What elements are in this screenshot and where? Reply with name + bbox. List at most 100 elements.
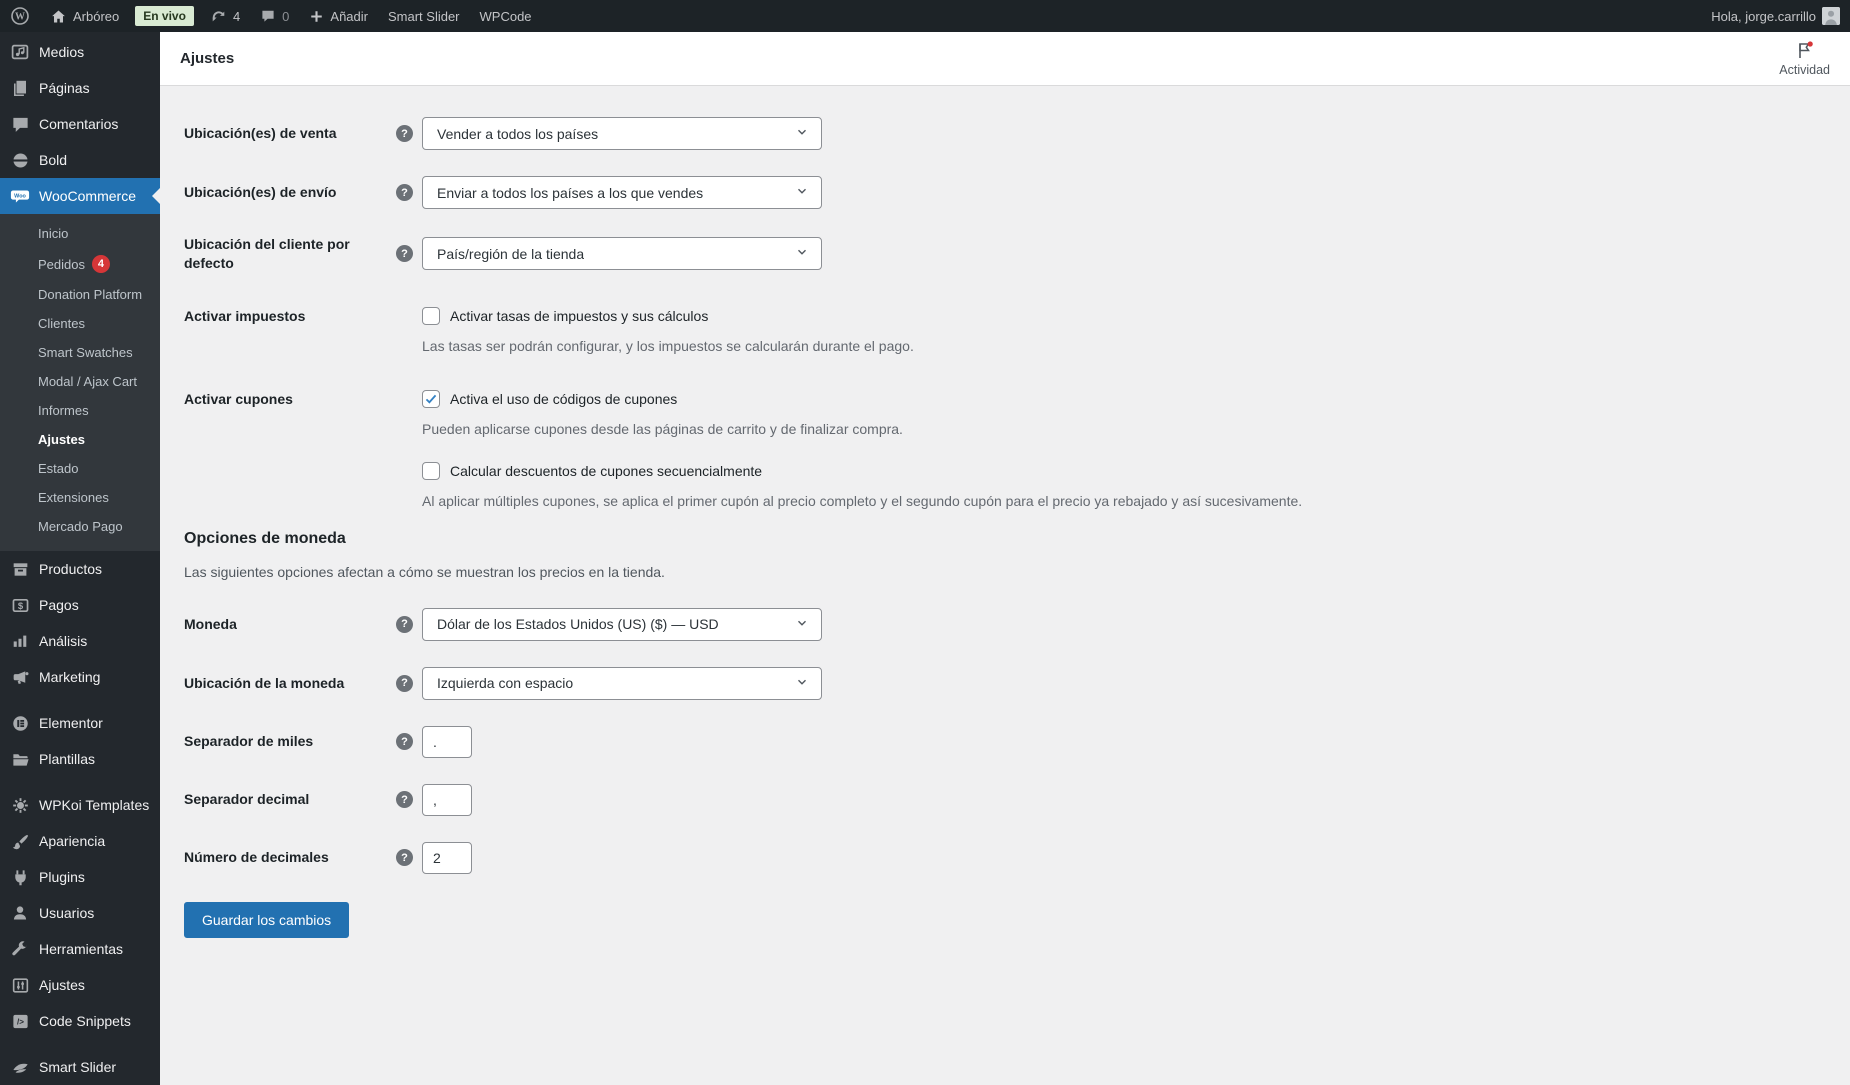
submenu-item-donation-platform[interactable]: Donation Platform	[0, 280, 160, 309]
code-snippets-icon: />	[10, 1011, 30, 1031]
number-of-decimals-input[interactable]	[422, 842, 472, 874]
save-changes-button[interactable]: Guardar los cambios	[184, 902, 349, 938]
submenu-item-label: Ajustes	[38, 432, 85, 447]
submenu-item-inicio[interactable]: Inicio	[0, 219, 160, 248]
sidebar-item-code-snippets[interactable]: /> Code Snippets	[0, 1003, 160, 1039]
submenu-item-label: Clientes	[38, 316, 85, 331]
updates-count: 4	[233, 9, 240, 24]
comments-button[interactable]: 0	[250, 0, 299, 32]
chevron-down-icon	[795, 184, 809, 201]
sidebar-item-marketing[interactable]: Marketing	[0, 659, 160, 695]
page-title: Ajustes	[180, 50, 234, 67]
submenu-item-informes[interactable]: Informes	[0, 396, 160, 425]
sidebar-item-bold[interactable]: Bold	[0, 142, 160, 178]
updates-icon	[210, 8, 227, 25]
coupons-description: Pueden aplicarse cupones desde las págin…	[422, 420, 1826, 440]
main-content: Ajustes Actividad Ubicación(es) de venta…	[160, 32, 1850, 1085]
submenu-item-smart-swatches[interactable]: Smart Swatches	[0, 338, 160, 367]
help-icon[interactable]	[396, 849, 413, 866]
sidebar-item-medios[interactable]: Medios	[0, 34, 160, 70]
smart-slider-icon	[10, 1057, 30, 1077]
field-label: Separador decimal	[184, 790, 396, 809]
settings-row-enable-taxes: Activar impuestos Activar tasas de impue…	[184, 307, 1826, 357]
sidebar-item-usuarios[interactable]: Usuarios	[0, 895, 160, 931]
submenu-item-modal-ajax-cart[interactable]: Modal / Ajax Cart	[0, 367, 160, 396]
currency-select[interactable]: Dólar de los Estados Unidos (US) ($) — U…	[422, 608, 822, 641]
help-icon[interactable]	[396, 733, 413, 750]
updates-button[interactable]: 4	[200, 0, 250, 32]
submenu-item-clientes[interactable]: Clientes	[0, 309, 160, 338]
submenu-item-ajustes[interactable]: Ajustes	[0, 425, 160, 454]
sidebar-item-label: WPKoi Templates	[39, 797, 149, 813]
wordpress-logo-button[interactable]: W	[0, 0, 40, 32]
sidebar-item-label: Bold	[39, 152, 67, 168]
svg-text:/>: />	[17, 1017, 24, 1026]
selling-location-select[interactable]: Vender a todos los países	[422, 117, 822, 150]
sidebar-item-label: Productos	[39, 561, 102, 577]
help-icon[interactable]	[396, 616, 413, 633]
site-name-label: Arbóreo	[73, 9, 119, 24]
sidebar-item-pagos[interactable]: $ Pagos	[0, 587, 160, 623]
sidebar-item-woocommerce[interactable]: Woo WooCommerce	[0, 178, 160, 214]
help-icon[interactable]	[396, 675, 413, 692]
submenu-item-label: Modal / Ajax Cart	[38, 374, 137, 389]
shipping-location-select[interactable]: Enviar a todos los países a los que vend…	[422, 176, 822, 209]
field-label: Separador de miles	[184, 732, 396, 751]
lower-layout: Medios Páginas Comentarios Bold	[0, 32, 1850, 1085]
enable-taxes-checkbox[interactable]	[422, 307, 440, 325]
help-icon[interactable]	[396, 125, 413, 142]
sidebar-item-analisis[interactable]: Análisis	[0, 623, 160, 659]
currency-position-select[interactable]: Izquierda con espacio	[422, 667, 822, 700]
submenu-item-pedidos[interactable]: Pedidos 4	[0, 248, 160, 280]
checkbox-label: Activar tasas de impuestos y sus cálculo…	[450, 308, 708, 324]
sidebar-item-wpkoi-templates[interactable]: WPKoi Templates	[0, 787, 160, 823]
settings-row-enable-coupons: Activar cupones Activa el uso de códigos…	[184, 390, 1826, 511]
sidebar-item-label: Pagos	[39, 597, 79, 613]
submenu-item-mercado-pago[interactable]: Mercado Pago	[0, 512, 160, 541]
default-customer-location-select[interactable]: País/región de la tienda	[422, 237, 822, 270]
sidebar-item-comentarios[interactable]: Comentarios	[0, 106, 160, 142]
sidebar-item-plantillas[interactable]: Plantillas	[0, 741, 160, 777]
chevron-down-icon	[795, 675, 809, 692]
site-name-link[interactable]: Arbóreo	[40, 0, 129, 32]
field-label: Ubicación(es) de venta	[184, 124, 396, 143]
sidebar-item-herramientas[interactable]: Herramientas	[0, 931, 160, 967]
activity-panel-button[interactable]: Actividad	[1771, 37, 1838, 81]
sidebar-item-ajustes-general[interactable]: Ajustes	[0, 967, 160, 1003]
submenu-item-estado[interactable]: Estado	[0, 454, 160, 483]
sidebar-item-apariencia[interactable]: Apariencia	[0, 823, 160, 859]
sidebar-item-plugins[interactable]: Plugins	[0, 859, 160, 895]
checkbox-label: Calcular descuentos de cupones secuencia…	[450, 463, 762, 479]
select-value: Enviar a todos los países a los que vend…	[437, 185, 703, 201]
checkbox-label: Activa el uso de códigos de cupones	[450, 391, 677, 407]
help-icon[interactable]	[396, 245, 413, 262]
appearance-brush-icon	[10, 831, 30, 851]
smart-slider-toolbar-item[interactable]: Smart Slider	[378, 0, 470, 32]
woocommerce-icon: Woo	[10, 186, 30, 206]
help-icon[interactable]	[396, 791, 413, 808]
media-icon	[10, 42, 30, 62]
help-icon[interactable]	[396, 184, 413, 201]
wpcode-toolbar-item[interactable]: WPCode	[470, 0, 542, 32]
submenu-item-label: Inicio	[38, 226, 68, 241]
sidebar-item-label: Code Snippets	[39, 1013, 131, 1029]
decimal-separator-input[interactable]	[422, 784, 472, 816]
settings-sliders-icon	[10, 975, 30, 995]
sidebar-item-label: Plantillas	[39, 751, 95, 767]
comments-count: 0	[282, 9, 289, 24]
account-menu[interactable]: Hola, jorge.carrillo	[1701, 0, 1850, 32]
sidebar-item-smart-slider[interactable]: Smart Slider	[0, 1049, 160, 1085]
submenu-item-extensiones[interactable]: Extensiones	[0, 483, 160, 512]
sidebar-item-productos[interactable]: Productos	[0, 551, 160, 587]
sequential-coupons-checkbox[interactable]	[422, 462, 440, 480]
thousand-separator-input[interactable]	[422, 726, 472, 758]
field-label: Moneda	[184, 615, 396, 634]
sidebar-item-elementor[interactable]: Elementor	[0, 705, 160, 741]
new-content-button[interactable]: Añadir	[299, 0, 378, 32]
sequential-coupons-option: Calcular descuentos de cupones secuencia…	[422, 462, 1826, 480]
sidebar-item-paginas[interactable]: Páginas	[0, 70, 160, 106]
wpcode-toolbar-label: WPCode	[480, 9, 532, 24]
sidebar-item-label: Análisis	[39, 633, 87, 649]
enable-coupons-checkbox[interactable]	[422, 390, 440, 408]
new-content-label: Añadir	[330, 9, 368, 24]
